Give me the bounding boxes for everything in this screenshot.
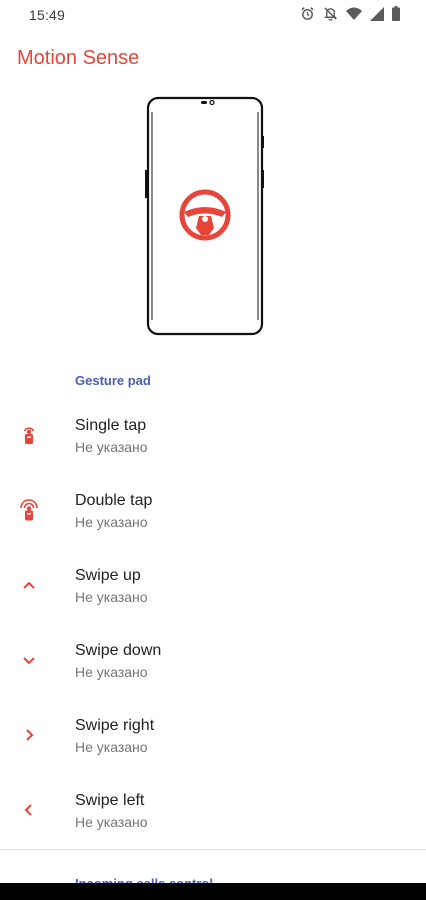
gesture-summary: Не указано [75,589,148,605]
phone-illustration [140,92,270,342]
double-tap-icon [16,497,42,523]
gesture-summary: Не указано [75,814,148,830]
section-header-gesture-pad: Gesture pad [75,373,151,388]
screen: 15:49 Motion Sense Gesture pad Single ta… [0,0,426,900]
gesture-item-swipe-left[interactable]: Swipe left Не указано [0,775,426,850]
battery-icon [392,6,400,21]
chevron-left-icon [16,797,42,823]
navigation-bar [0,883,426,900]
gesture-title: Single tap [75,417,147,434]
gesture-title: Swipe right [75,717,155,734]
gesture-list: Single tap Не указано Double tap Не указ… [0,400,426,850]
page-title: Motion Sense [17,47,140,69]
silent-bell-icon [323,6,338,21]
gesture-summary: Не указано [75,664,148,680]
alarm-icon [300,6,315,21]
gesture-title: Swipe left [75,792,145,809]
steering-wheel-icon [178,188,232,242]
signal-icon [370,6,384,21]
status-icons [300,6,400,21]
gesture-summary: Не указано [75,439,148,455]
chevron-down-icon [16,647,42,673]
wifi-icon [346,7,362,21]
divider [0,849,426,850]
gesture-item-single-tap[interactable]: Single tap Не указано [0,400,426,475]
gesture-item-double-tap[interactable]: Double tap Не указано [0,475,426,550]
gesture-summary: Не указано [75,739,148,755]
single-tap-icon [16,422,42,448]
status-bar: 15:49 [0,0,426,32]
gesture-summary: Не указано [75,514,148,530]
gesture-title: Double tap [75,492,153,509]
gesture-item-swipe-up[interactable]: Swipe up Не указано [0,550,426,625]
chevron-up-icon [16,572,42,598]
gesture-title: Swipe down [75,642,162,659]
gesture-item-swipe-right[interactable]: Swipe right Не указано [0,700,426,775]
gesture-item-swipe-down[interactable]: Swipe down Не указано [0,625,426,700]
status-time: 15:49 [29,7,66,23]
gesture-title: Swipe up [75,567,141,584]
chevron-right-icon [16,722,42,748]
